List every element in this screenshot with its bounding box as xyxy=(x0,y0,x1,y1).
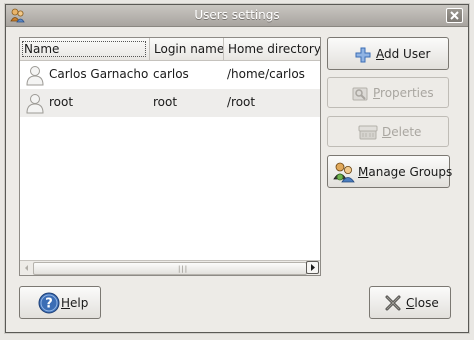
properties-icon xyxy=(352,86,368,105)
column-header-home[interactable]: Home directory xyxy=(223,38,320,60)
cell-home: /root xyxy=(227,95,256,109)
list-rows: Carlos Garnacho carlos /home/carlos root… xyxy=(20,61,320,117)
cell-login: root xyxy=(153,95,178,109)
close-button[interactable]: Close xyxy=(369,286,451,319)
table-row[interactable]: Carlos Garnacho carlos /home/carlos xyxy=(20,61,320,89)
delete-label: Delete xyxy=(382,125,422,139)
user-avatar-icon xyxy=(24,92,46,114)
help-label: Help xyxy=(61,296,89,310)
scrollbar-thumb[interactable]: ||| xyxy=(33,262,307,275)
list-header: Name Login name Home directory xyxy=(20,38,320,61)
group-icon xyxy=(333,161,355,186)
column-header-login[interactable]: Login name xyxy=(149,38,223,60)
column-header-name[interactable]: Name xyxy=(20,38,149,60)
user-avatar-icon xyxy=(24,64,46,86)
manage-groups-button[interactable]: Manage Groups xyxy=(327,155,453,188)
svg-text:?: ? xyxy=(45,297,53,312)
window-close-button[interactable] xyxy=(446,8,463,23)
column-header-label: Home directory xyxy=(228,42,320,56)
cell-name: Carlos Garnacho xyxy=(49,67,149,81)
title-bar[interactable]: Users settings xyxy=(6,5,468,27)
scroll-left-button[interactable] xyxy=(21,262,33,274)
cell-name: root xyxy=(49,95,74,109)
table-row[interactable]: root root /root xyxy=(20,89,320,117)
close-label: Close xyxy=(406,296,439,310)
manage-groups-label: Manage Groups xyxy=(358,165,453,179)
add-user-button[interactable]: Add User xyxy=(327,37,449,70)
help-icon: ? xyxy=(38,292,60,317)
plus-icon xyxy=(355,47,371,66)
cell-home: /home/carlos xyxy=(227,67,305,81)
chevron-left-icon xyxy=(25,265,28,271)
scroll-right-button[interactable] xyxy=(306,261,319,274)
users-settings-window: Users settings Name Login name Home dire… xyxy=(5,4,469,333)
properties-label: Properties xyxy=(373,86,434,100)
focus-rect xyxy=(22,41,146,57)
users-list[interactable]: Name Login name Home directory Carlos Ga… xyxy=(19,37,321,276)
grip-icon: ||| xyxy=(178,265,189,273)
properties-button[interactable]: Properties xyxy=(327,77,449,108)
cell-login: carlos xyxy=(153,67,189,81)
add-user-label: Add User xyxy=(376,47,431,61)
delete-button[interactable]: Delete xyxy=(327,116,449,147)
chevron-right-icon xyxy=(311,264,315,271)
horizontal-scrollbar[interactable]: ||| xyxy=(20,260,320,275)
delete-icon xyxy=(358,124,378,143)
column-header-label: Login name xyxy=(154,42,223,56)
x-icon xyxy=(385,295,401,314)
window-title: Users settings xyxy=(194,8,280,22)
help-button[interactable]: ? Help xyxy=(19,286,101,319)
close-icon xyxy=(450,11,459,20)
